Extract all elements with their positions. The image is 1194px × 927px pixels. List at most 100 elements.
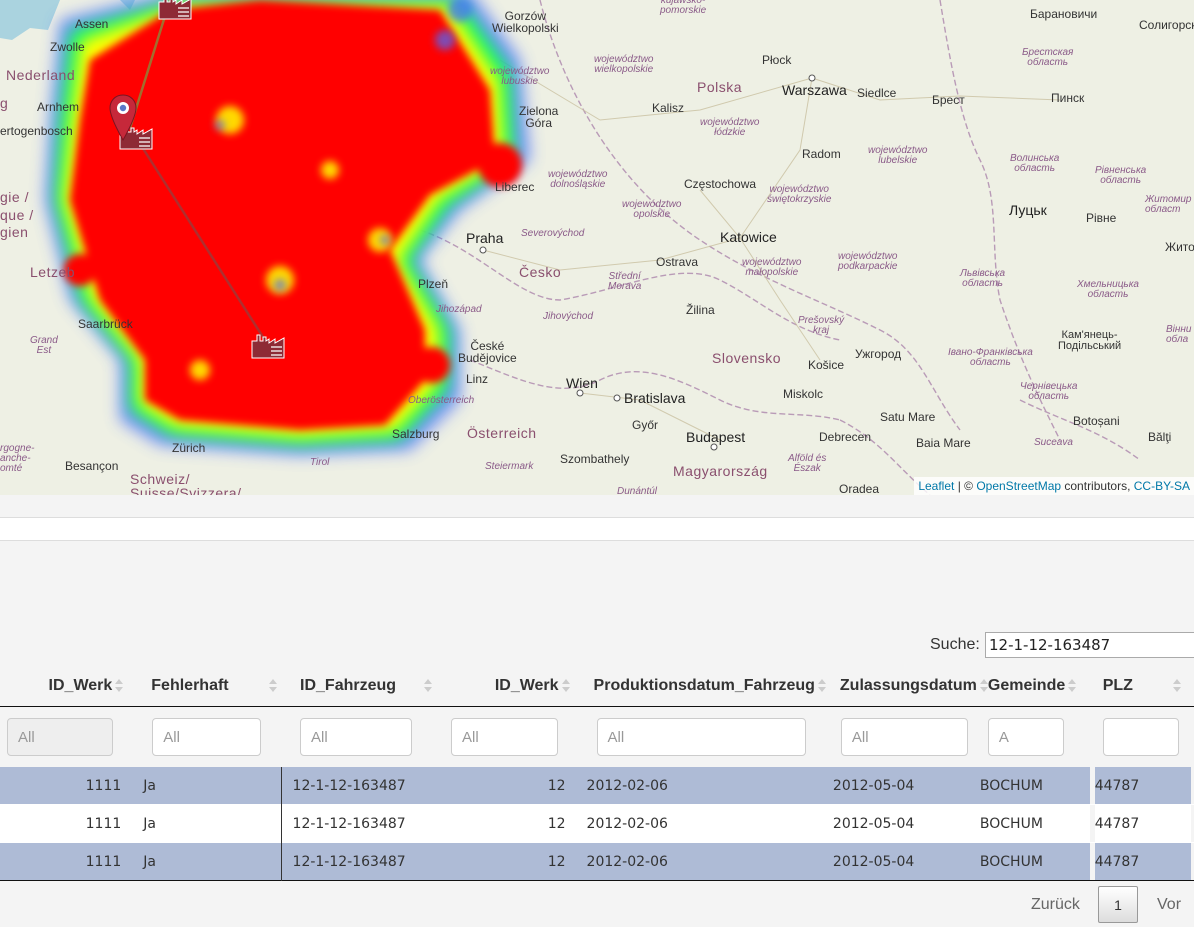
sort-icon [817, 678, 826, 693]
search-input[interactable] [985, 632, 1194, 658]
filter-input[interactable]: All [451, 718, 558, 756]
column-header[interactable]: Produktionsdatum_Fahrzeug [578, 666, 826, 707]
filter-input[interactable]: All [596, 718, 806, 756]
city-label: Siedlce [857, 86, 897, 100]
license-link[interactable]: CC-BY-SA [1134, 479, 1190, 493]
region-label: Рівненська область [1095, 165, 1147, 186]
sort-icon [268, 678, 277, 693]
column-header-label: ID_Fahrzeug [300, 677, 397, 694]
city-label: Baia Mare [916, 436, 971, 450]
leaflet-link[interactable]: Leaflet [918, 479, 954, 493]
region-label: Jihovýchod [543, 311, 594, 322]
cell-plz: 44787 [1094, 767, 1191, 805]
osm-link[interactable]: OpenStreetMap [976, 479, 1061, 493]
filter-cell [1098, 707, 1194, 768]
cell-fehlerhaft: Ja [133, 842, 282, 881]
city-label: Arnhem [37, 100, 80, 114]
region-label: Житомир област [1145, 194, 1192, 215]
map-view[interactable]: Assen Zwolle Nederland Arnhem ertogenbos… [0, 0, 1194, 495]
city-label: Szombathely [560, 452, 630, 466]
next-page-button[interactable]: Vor [1157, 886, 1181, 924]
region-label: województwo opolskie [622, 199, 682, 220]
region-label: Волинська область [1010, 153, 1060, 174]
attribution-separator: | © [954, 479, 977, 493]
filter-input[interactable]: All [152, 718, 262, 756]
city-label: Miskolc [783, 387, 824, 401]
sort-icon [1172, 678, 1181, 693]
filter-input[interactable] [1102, 718, 1179, 756]
city-label: Ostrava [656, 255, 699, 269]
sort-icon [424, 678, 433, 693]
city-label: Брест [932, 93, 965, 107]
column-header[interactable]: ID_Fahrzeug [281, 666, 433, 707]
country-label: gie / [0, 189, 29, 205]
city-label: Gorzów Wielkopolski [492, 9, 559, 35]
region-label: Grand Est [30, 335, 58, 356]
column-header[interactable]: ID_Werk [432, 666, 578, 707]
city-label: Besançon [65, 459, 119, 473]
city-label: Saarbrück [78, 317, 133, 331]
cell-id-werk: 1111 [0, 767, 134, 805]
filter-input[interactable]: All [840, 718, 968, 756]
filter-cell: All [578, 707, 826, 768]
city-label: Győr [632, 418, 659, 432]
column-header-label: Fehlerhaft [151, 677, 229, 694]
city-label: Барановичи [1030, 7, 1098, 21]
cell-zulassungsdatum: 2012-05-04 [825, 804, 988, 843]
city-label: Warszawa [782, 82, 847, 98]
data-table: ID_Werk Fehlerhaft ID_Fahrzeug ID_Werk P… [0, 666, 1194, 881]
country-label: Österreich [467, 425, 537, 441]
map-marker-icon[interactable] [109, 94, 137, 142]
map-attribution: Leaflet | © OpenStreetMap contributors, … [914, 477, 1194, 495]
region-label: województwo podkarpackie [838, 251, 898, 272]
country-label: Magyarország [673, 463, 768, 479]
cell-id-werk-2: 12 [432, 842, 578, 881]
region-label: województwo małopolskie [742, 257, 802, 278]
cell-plz: 44787 [1094, 804, 1191, 843]
filter-input[interactable]: All [7, 718, 114, 756]
city-label: Linz [466, 372, 489, 386]
region-label: Tirol [310, 457, 330, 468]
city-label: Рівне [1086, 211, 1117, 225]
filter-input[interactable]: A [987, 718, 1064, 756]
city-label: České Budějovice [458, 339, 517, 365]
filter-input[interactable]: All [300, 718, 413, 756]
region-label: Alföld és Észak [788, 453, 827, 474]
country-label: Schweiz/ Suisse/Svizzera/ [130, 471, 242, 495]
cell-id-werk: 1111 [0, 842, 134, 881]
column-header-label: Produktionsdatum_Fahrzeug [593, 677, 815, 694]
column-header[interactable]: ID_Werk [0, 666, 133, 707]
city-label: Assen [75, 17, 109, 31]
region-label: Вінни обла [1166, 324, 1192, 345]
country-label: Slovensko [712, 350, 782, 366]
country-label: Letzeb [30, 264, 76, 280]
region-label: województwo dolnośląskie [548, 169, 608, 190]
cell-zulassungsdatum: 2012-05-04 [825, 842, 988, 881]
sort-icon [561, 678, 570, 693]
city-label: Katowice [720, 229, 777, 245]
column-header[interactable]: PLZ [1098, 666, 1194, 707]
city-label: Oradea [839, 482, 880, 495]
heatmap-layer [45, 0, 530, 455]
table-row[interactable]: 1111 Ja 12-1-12-163487 12 2012-02-06 201… [0, 842, 1194, 881]
sort-icon [1068, 678, 1077, 693]
city-label: Satu Mare [880, 410, 936, 424]
city-label: Ужгород [855, 347, 902, 361]
table-header-row: ID_Werk Fehlerhaft ID_Fahrzeug ID_Werk P… [0, 666, 1194, 707]
factory-icon[interactable] [158, 0, 192, 20]
table-row[interactable]: 1111 Ja 12-1-12-163487 12 2012-02-06 201… [0, 804, 1194, 843]
city-label: Пинск [1051, 91, 1085, 105]
city-label: Radom [802, 147, 841, 161]
region-label: Střední Morava [608, 271, 642, 292]
divider-strip [0, 517, 1194, 541]
column-header-label: ID_Werk [494, 677, 559, 694]
column-header[interactable]: Gemeinde [988, 666, 1098, 707]
table-row[interactable]: 1111 Ja 12-1-12-163487 12 2012-02-06 201… [0, 767, 1194, 805]
city-label: Zwolle [50, 40, 85, 54]
column-header[interactable]: Fehlerhaft [133, 666, 281, 707]
column-header[interactable]: Zulassungsdatum [826, 666, 988, 707]
factory-icon[interactable] [249, 333, 287, 359]
page-1-button[interactable]: 1 [1098, 886, 1138, 923]
region-label: województwo lubelskie [868, 145, 928, 166]
prev-page-button[interactable]: Zurück [1031, 886, 1080, 924]
